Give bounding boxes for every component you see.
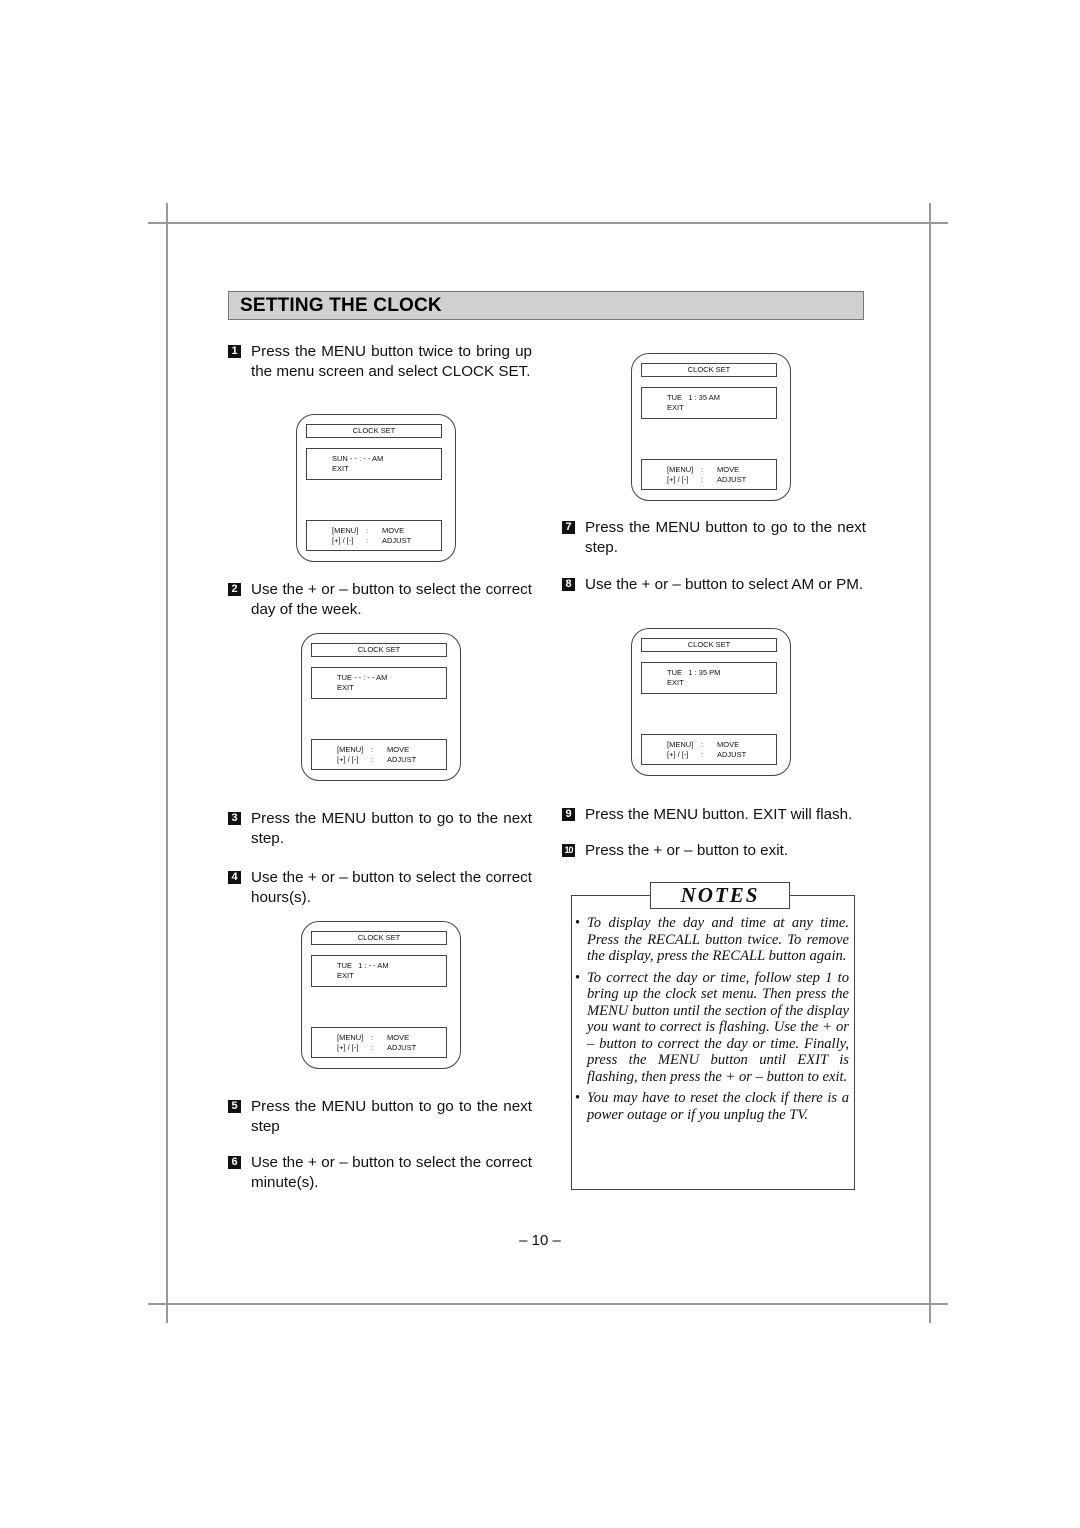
step-text: Use the + or – button to select the corr… — [251, 1154, 532, 1191]
section-title: SETTING THE CLOCK — [240, 295, 442, 316]
step-text: Press the MENU button to go to the next … — [585, 519, 866, 556]
legend-sep: : — [371, 1033, 374, 1042]
legend-key: [MENU] — [667, 465, 694, 474]
legend-action: MOVE — [387, 745, 410, 754]
page-frame-bottom — [148, 1303, 948, 1305]
screen-exit-line: EXIT — [667, 678, 684, 687]
step-text: Use the + or – button to select the corr… — [251, 581, 532, 618]
legend-sep: : — [371, 755, 374, 764]
step-number-badge: 1 — [228, 345, 241, 358]
screen-time-panel: TUE 1 : - - AM EXIT — [311, 955, 447, 987]
legend-action: MOVE — [717, 465, 740, 474]
screen-time-panel: TUE - - : - - AM EXIT — [311, 667, 447, 699]
step-text: Press the MENU button to go to the next … — [251, 1098, 532, 1135]
step-text: Press the MENU button. EXIT will flash. — [585, 806, 853, 823]
screen-key-legend: [MENU]: MOVE [+] / [-]: ADJUST — [311, 739, 447, 770]
legend-key: [+] / [-] — [332, 536, 354, 545]
legend-sep: : — [701, 475, 704, 484]
step-number-badge: 4 — [228, 871, 241, 884]
legend-sep: : — [371, 745, 374, 754]
tv-screen-clock-set-3: CLOCK SET TUE 1 : - - AM EXIT [MENU]: MOV… — [301, 921, 461, 1069]
screen-key-legend: [MENU]: MOVE [+] / [-]: ADJUST — [306, 520, 442, 551]
step-number-badge: 6 — [228, 1156, 241, 1169]
step-text: Press the MENU button to go to the next … — [251, 810, 532, 847]
legend-action: ADJUST — [387, 755, 417, 764]
screen-exit-line: EXIT — [337, 683, 354, 692]
screen-key-legend: [MENU]: MOVE [+] / [-]: ADJUST — [641, 459, 777, 490]
screen-header: CLOCK SET — [306, 424, 442, 438]
notes-list: • To display the day and time at any tim… — [575, 915, 849, 1128]
legend-sep: : — [366, 526, 369, 535]
screen-key-legend: [MENU]: MOVE [+] / [-]: ADJUST — [311, 1027, 447, 1058]
legend-key: [+] / [-] — [667, 475, 689, 484]
page-number: – 10 – — [519, 1232, 561, 1249]
legend-sep: : — [371, 1043, 374, 1052]
legend-key: [+] / [-] — [337, 755, 359, 764]
legend-sep: : — [701, 465, 704, 474]
legend-action: ADJUST — [717, 475, 747, 484]
screen-header: CLOCK SET — [311, 931, 447, 945]
step-number-badge: 7 — [562, 521, 575, 534]
legend-key: [MENU] — [667, 740, 694, 749]
note-item: • You may have to reset the clock if the… — [575, 1090, 849, 1123]
note-text: You may have to reset the clock if there… — [587, 1090, 849, 1123]
bullet-icon: • — [575, 1090, 581, 1106]
step-number-badge: 9 — [562, 808, 575, 821]
screen-header: CLOCK SET — [641, 363, 777, 377]
step-number-badge: 5 — [228, 1100, 241, 1113]
legend-action: MOVE — [382, 526, 405, 535]
section-title-bar: SETTING THE CLOCK — [228, 291, 864, 320]
step-number-badge: 2 — [228, 583, 241, 596]
legend-key: [MENU] — [337, 745, 364, 754]
note-item: • To display the day and time at any tim… — [575, 915, 849, 965]
legend-action: ADJUST — [387, 1043, 417, 1052]
note-text: To correct the day or time, follow step … — [587, 969, 849, 1085]
bullet-icon: • — [575, 969, 581, 986]
tv-screen-clock-set-1: CLOCK SET SUN - - : - - AM EXIT [MENU]: M… — [296, 414, 456, 562]
page-frame-left — [166, 203, 168, 1323]
legend-action: ADJUST — [382, 536, 412, 545]
step-text: Press the + or – button to exit. — [585, 842, 789, 859]
screen-time-line: TUE 1 : 35 AM — [667, 393, 720, 402]
legend-action: MOVE — [387, 1033, 410, 1042]
legend-sep: : — [366, 536, 369, 545]
note-item: • To correct the day or time, follow ste… — [575, 970, 849, 1086]
page-frame-right — [929, 203, 931, 1323]
screen-key-legend: [MENU]: MOVE [+] / [-]: ADJUST — [641, 734, 777, 765]
screen-time-panel: SUN - - : - - AM EXIT — [306, 448, 442, 480]
screen-time-line: TUE 1 : 35 PM — [667, 668, 721, 677]
screen-time-panel: TUE 1 : 35 PM EXIT — [641, 662, 777, 694]
screen-header: CLOCK SET — [311, 643, 447, 657]
screen-header: CLOCK SET — [641, 638, 777, 652]
note-text: To display the day and time at any time.… — [587, 915, 849, 964]
legend-key: [+] / [-] — [337, 1043, 359, 1052]
screen-time-line: TUE - - : - - AM — [337, 673, 388, 682]
step-text: Use the + or – button to select the corr… — [251, 869, 532, 906]
tv-screen-clock-set-2: CLOCK SET TUE - - : - - AM EXIT [MENU]: M… — [301, 633, 461, 781]
tv-screen-clock-set-4: CLOCK SET TUE 1 : 35 AM EXIT [MENU]: MOVE… — [631, 353, 791, 501]
step-number-badge: 10 — [562, 844, 575, 857]
screen-exit-line: EXIT — [337, 971, 354, 980]
screen-time-line: TUE 1 : - - AM — [337, 961, 389, 970]
legend-sep: : — [701, 740, 704, 749]
notes-title: NOTES — [650, 882, 790, 909]
screen-time-panel: TUE 1 : 35 AM EXIT — [641, 387, 777, 419]
legend-action: ADJUST — [717, 750, 747, 759]
step-text: Use the + or – button to select AM or PM… — [585, 576, 864, 593]
legend-key: [MENU] — [332, 526, 359, 535]
step-number-badge: 3 — [228, 812, 241, 825]
tv-screen-clock-set-5: CLOCK SET TUE 1 : 35 PM EXIT [MENU]: MOVE… — [631, 628, 791, 776]
screen-time-line: SUN - - : - - AM — [332, 454, 384, 463]
screen-exit-line: EXIT — [667, 403, 684, 412]
legend-sep: : — [701, 750, 704, 759]
step-number-badge: 8 — [562, 578, 575, 591]
page-frame-top — [148, 222, 948, 224]
bullet-icon: • — [575, 915, 581, 931]
screen-exit-line: EXIT — [332, 464, 349, 473]
legend-key: [+] / [-] — [667, 750, 689, 759]
step-text: Press the MENU button twice to bring up … — [251, 343, 532, 380]
legend-key: [MENU] — [337, 1033, 364, 1042]
legend-action: MOVE — [717, 740, 740, 749]
